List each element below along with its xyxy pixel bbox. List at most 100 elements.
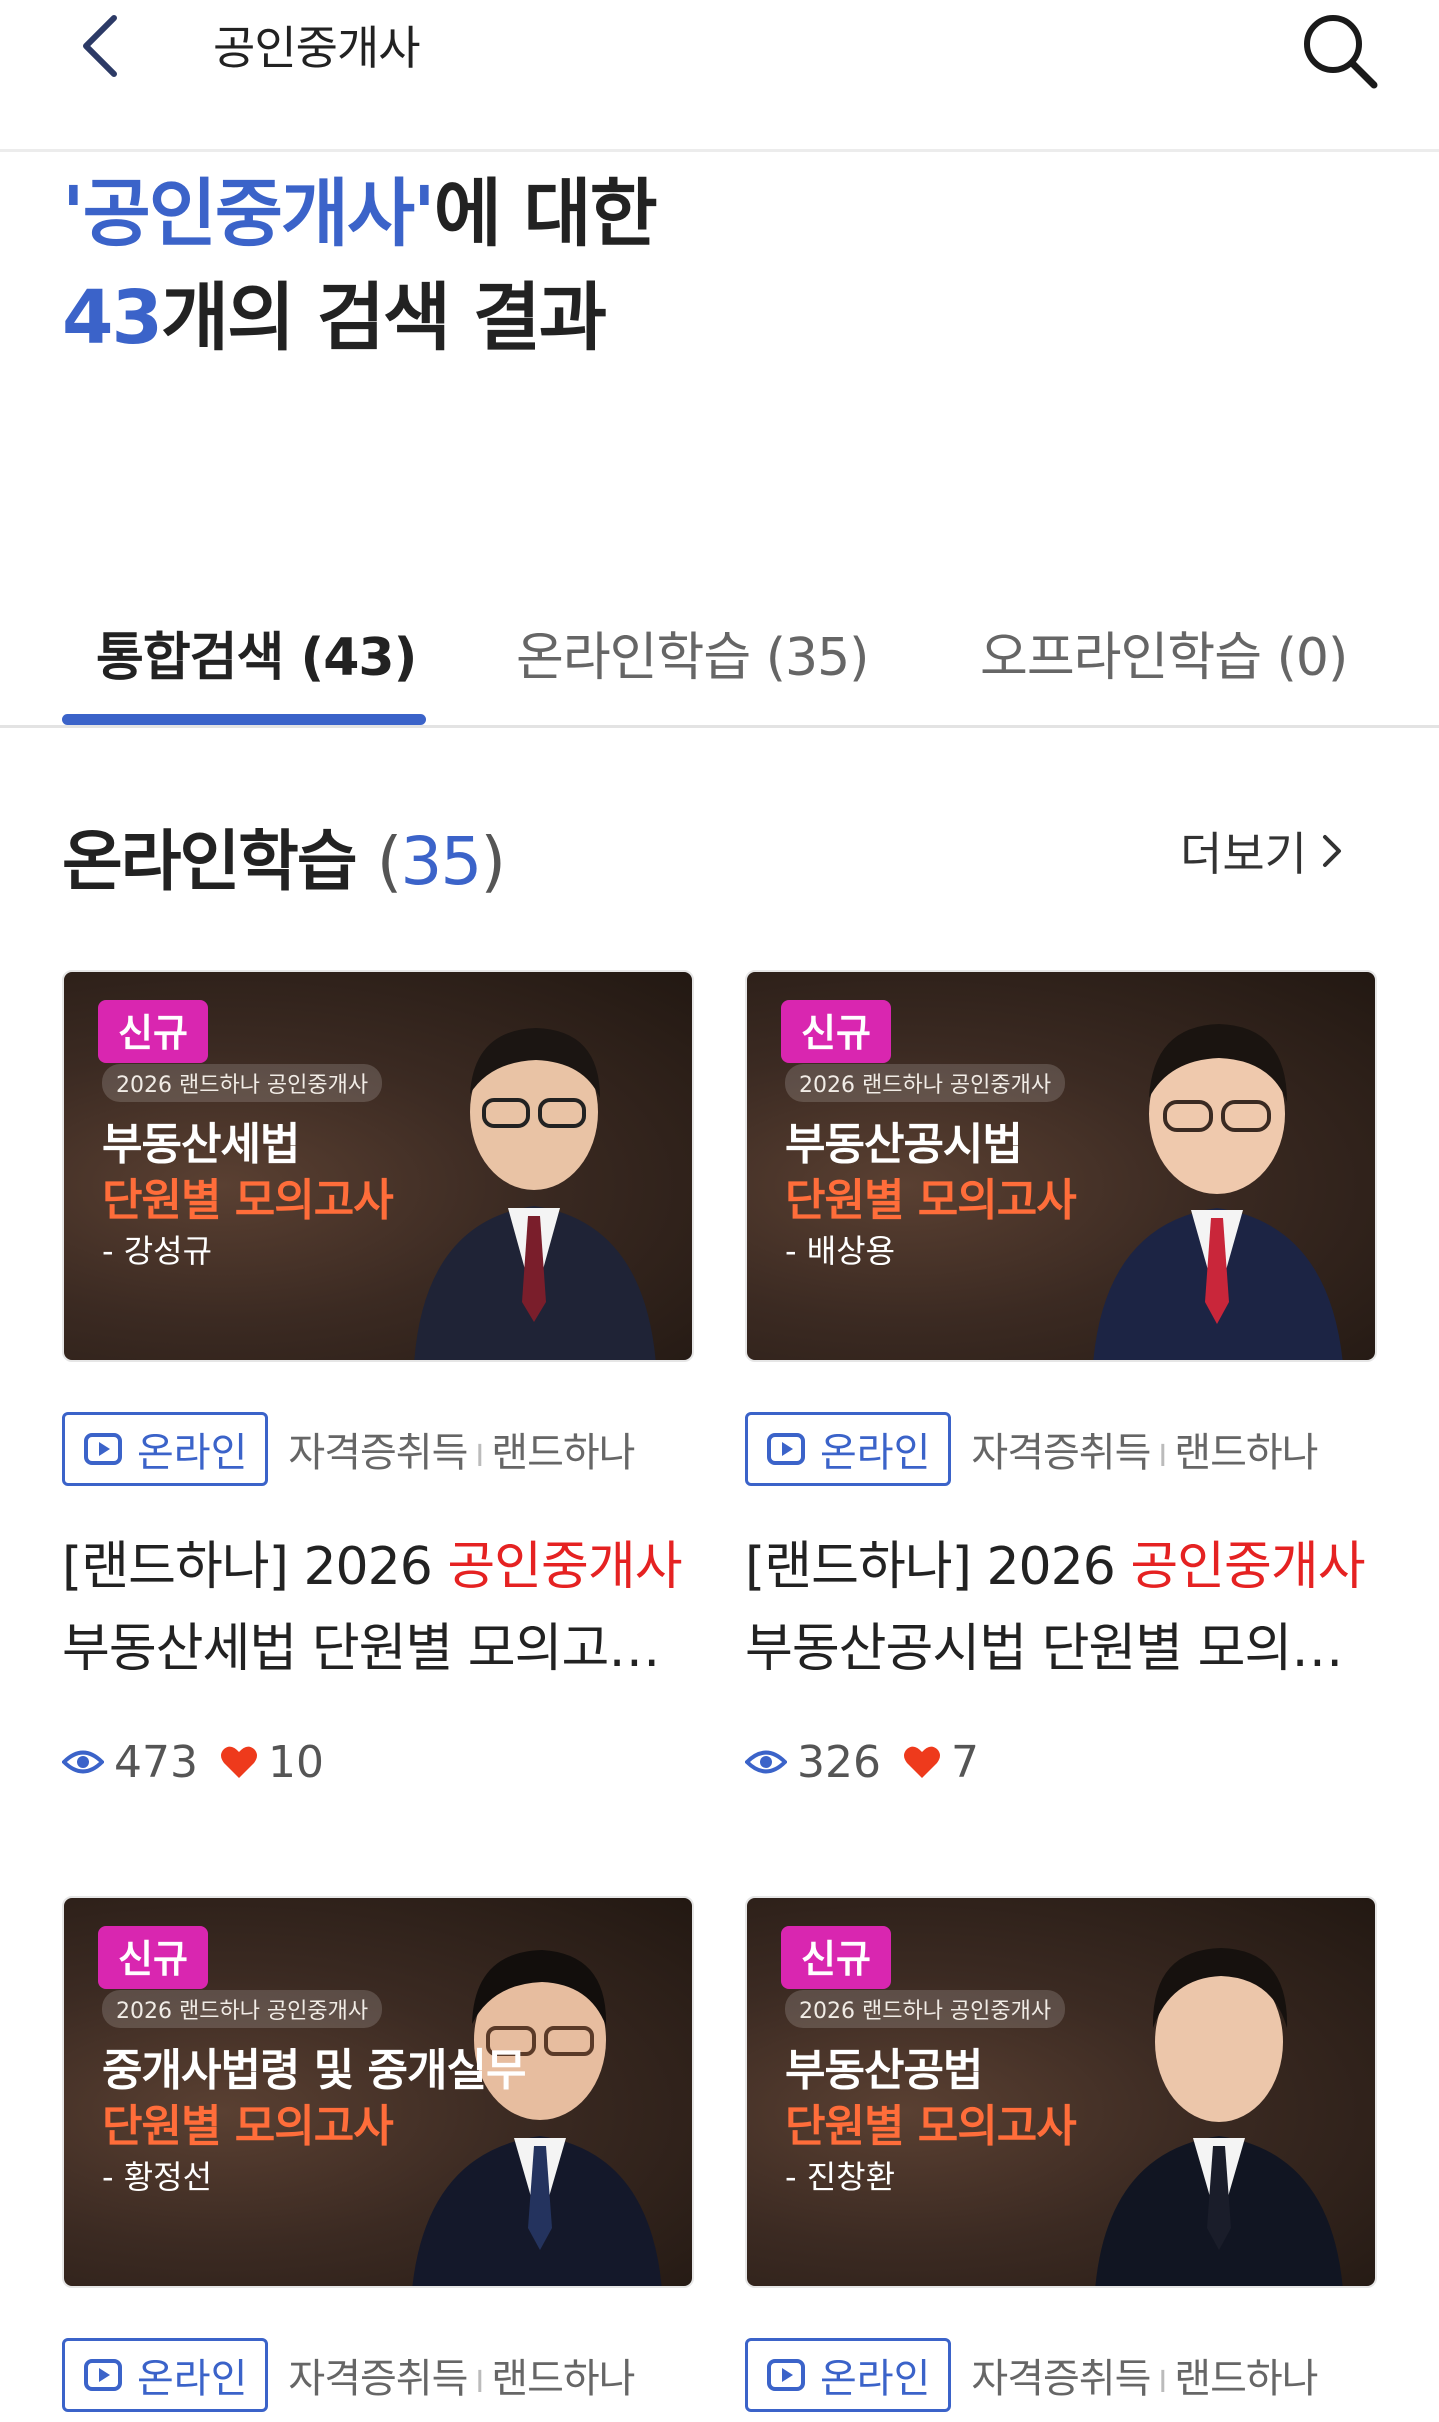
course-title[interactable]: [랜드하나] 2026 공인중개사 부동산세법 단원별 모의고사... — [62, 1526, 694, 1690]
back-button[interactable] — [70, 6, 130, 86]
course-thumbnail[interactable]: 신규 2026 랜드하나 공인중개사 부동산세법 단원별 모의고사 - 강성규 — [62, 970, 694, 1362]
thumbnail-subtitle: 2026 랜드하나 공인중개사 — [785, 1990, 1066, 2028]
course-category: 자격증취득 I 랜드하나 — [971, 2346, 1318, 2404]
course-card[interactable]: 신규 2026 랜드하나 공인중개사 부동산세법 단원별 모의고사 - 강성규 … — [62, 970, 694, 1792]
title-prefix: [랜드하나] 2026 — [62, 1537, 448, 1597]
play-video-icon — [84, 1433, 122, 1465]
eye-icon — [62, 1750, 104, 1774]
online-tag-label: 온라인 — [137, 1430, 248, 1476]
course-meta: 온라인 자격증취득 I 랜드하나 — [62, 1412, 694, 1486]
play-video-icon — [767, 2359, 805, 2391]
course-card[interactable]: 신규 2026 랜드하나 공인중개사 부동산공시법 단원별 모의고사 - 배상용… — [745, 970, 1377, 1792]
category-label: 자격증취득 — [288, 1430, 468, 1476]
course-title-line1: [랜드하나] 2026 공인중개사 — [62, 1526, 694, 1608]
section-count-close: ) — [480, 823, 506, 900]
like-count[interactable]: 7 — [903, 1737, 979, 1788]
view-count-value: 326 — [797, 1736, 881, 1788]
chevron-right-icon — [1322, 835, 1341, 867]
thumbnail-instructor: - 배상용 — [785, 1232, 896, 1270]
online-tag-label: 온라인 — [820, 2356, 931, 2402]
course-title[interactable]: [랜드하나] 2026 공인중개사 부동산공시법 단원별 모의고... — [745, 1526, 1377, 1690]
eye-icon — [745, 1750, 787, 1774]
result-line2-suffix: 개의 검색 결과 — [160, 275, 607, 361]
thumbnail-type: 단원별 모의고사 — [102, 1175, 394, 1226]
online-tag: 온라인 — [745, 2338, 952, 2412]
thumbnail-type: 단원별 모의고사 — [102, 2101, 394, 2152]
course-meta: 온라인 자격증취득 I 랜드하나 — [745, 1412, 1377, 1486]
course-thumbnail[interactable]: 신규 2026 랜드하나 공인중개사 부동산공법 단원별 모의고사 - 진창환 — [745, 1896, 1377, 2288]
section-title-text: 온라인학습 — [62, 823, 358, 900]
instructor-photo — [1093, 1024, 1343, 1360]
view-count-value: 473 — [114, 1736, 198, 1788]
thumbnail-subject: 중개사법령 및 중개실무 — [102, 2045, 526, 2096]
search-result-heading: '공인중개사'에 대한 43개의 검색 결과 — [62, 162, 658, 370]
meta-separator: I — [1158, 1439, 1167, 1474]
course-meta: 온라인 자격증취득 I 랜드하나 — [62, 2338, 694, 2412]
thumbnail-subject: 부동산세법 — [102, 1119, 300, 1170]
search-button[interactable] — [1295, 6, 1385, 96]
result-tabs: 통합검색 (43) 온라인학습 (35) 오프라인학습 (0) — [0, 590, 1439, 728]
online-tag: 온라인 — [62, 1412, 269, 1486]
provider-label: 랜드하나 — [491, 1430, 635, 1476]
online-tag: 온라인 — [62, 2338, 269, 2412]
online-tag-label: 온라인 — [820, 1430, 931, 1476]
play-video-icon — [767, 1433, 805, 1465]
thumbnail-type: 단원별 모의고사 — [785, 1175, 1077, 1226]
course-thumbnail[interactable]: 신규 2026 랜드하나 공인중개사 부동산공시법 단원별 모의고사 - 배상용 — [745, 970, 1377, 1362]
section-title: 온라인학습 (35) — [62, 808, 506, 904]
thumbnail-subtitle: 2026 랜드하나 공인중개사 — [785, 1064, 1066, 1102]
search-icon — [1304, 15, 1378, 89]
instructor-photo — [414, 1028, 656, 1360]
like-count[interactable]: 10 — [220, 1737, 324, 1788]
thumbnail-subject: 부동산공시법 — [785, 1119, 1023, 1170]
more-label: 더보기 — [1180, 827, 1307, 881]
thumbnail-type: 단원별 모의고사 — [785, 2101, 1077, 2152]
top-app-bar: 공인중개사 — [0, 0, 1439, 152]
course-stats: 326 7 — [745, 1732, 1377, 1792]
title-keyword-highlight: 공인중개사 — [447, 1537, 682, 1597]
result-line1-suffix: 에 대한 — [433, 171, 658, 257]
new-badge: 신규 — [781, 1926, 891, 1989]
course-card[interactable]: 신규 2026 랜드하나 공인중개사 중개사법령 및 중개실무 단원별 모의고사… — [62, 1896, 694, 2412]
tab-online-learning[interactable]: 온라인학습 (35) — [516, 615, 869, 690]
online-tag: 온라인 — [745, 1412, 952, 1486]
thumbnail-instructor: - 황정선 — [102, 2158, 213, 2196]
active-tab-indicator — [62, 714, 426, 725]
result-count: 43 — [62, 275, 163, 361]
meta-separator: I — [1158, 2365, 1167, 2400]
section-count: (35) — [377, 823, 506, 900]
heart-icon — [903, 1746, 940, 1778]
result-heading-line2: 43개의 검색 결과 — [62, 266, 656, 370]
instructor-photo — [1095, 1948, 1343, 2286]
thumbnail-subtitle: 2026 랜드하나 공인중개사 — [102, 1064, 383, 1102]
new-badge: 신규 — [98, 1926, 208, 1989]
thumbnail-subtitle: 2026 랜드하나 공인중개사 — [102, 1990, 383, 2028]
title-keyword-highlight: 공인중개사 — [1130, 1537, 1365, 1597]
course-card[interactable]: 신규 2026 랜드하나 공인중개사 부동산공법 단원별 모의고사 - 진창환 … — [745, 1896, 1377, 2412]
tab-integrated-search[interactable]: 통합검색 (43) — [96, 615, 417, 690]
section-count-number: 35 — [400, 823, 482, 900]
more-link[interactable]: 더보기 — [1180, 818, 1343, 884]
online-tag-label: 온라인 — [137, 2356, 248, 2402]
category-label: 자격증취득 — [288, 2356, 468, 2402]
like-count-value: 10 — [267, 1736, 324, 1788]
category-label: 자격증취득 — [971, 2356, 1151, 2402]
view-count: 326 — [745, 1737, 881, 1788]
course-category: 자격증취득 I 랜드하나 — [288, 2346, 635, 2404]
provider-label: 랜드하나 — [1174, 1430, 1318, 1476]
category-label: 자격증취득 — [971, 1430, 1151, 1476]
course-thumbnail[interactable]: 신규 2026 랜드하나 공인중개사 중개사법령 및 중개실무 단원별 모의고사… — [62, 1896, 694, 2288]
meta-separator: I — [475, 1439, 484, 1474]
heart-icon — [220, 1746, 257, 1778]
search-keyword: '공인중개사' — [62, 171, 436, 257]
instructor-photo — [412, 1950, 662, 2286]
course-title-line2: 부동산공시법 단원별 모의고... — [745, 1619, 1377, 1679]
provider-label: 랜드하나 — [1174, 2356, 1318, 2402]
view-count: 473 — [62, 1737, 198, 1788]
course-category: 자격증취득 I 랜드하나 — [971, 1420, 1318, 1478]
provider-label: 랜드하나 — [491, 2356, 635, 2402]
title-prefix: [랜드하나] 2026 — [745, 1537, 1131, 1597]
course-title-line2: 부동산세법 단원별 모의고사... — [62, 1619, 694, 1679]
thumbnail-instructor: - 진창환 — [785, 2158, 896, 2196]
tab-offline-learning[interactable]: 오프라인학습 (0) — [980, 615, 1348, 690]
